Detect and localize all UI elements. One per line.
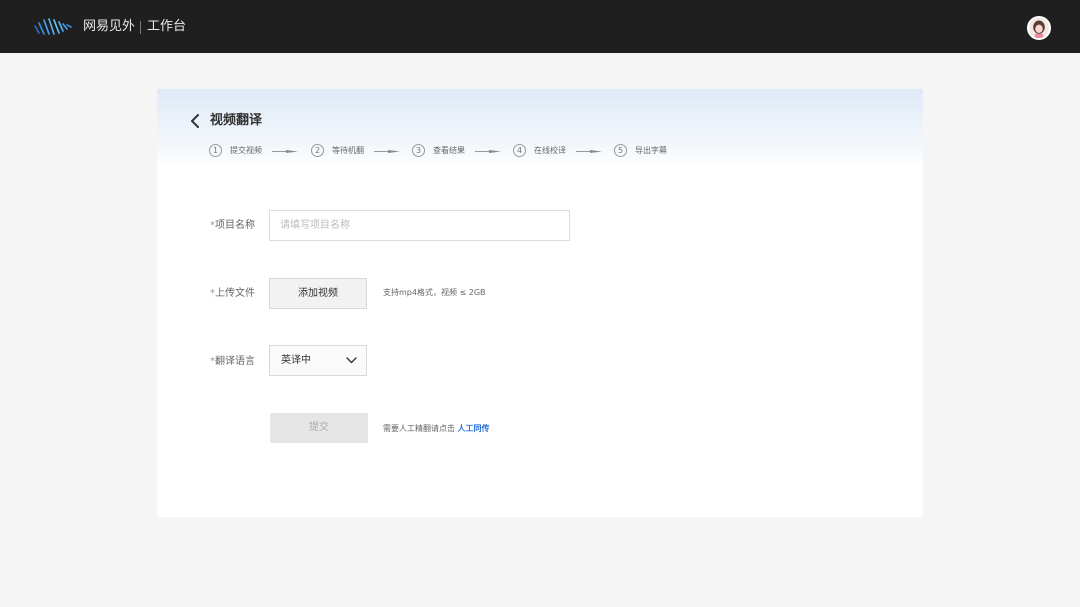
wave-logo-icon[interactable] bbox=[33, 16, 77, 38]
step-label: 在线校译 bbox=[534, 146, 566, 155]
manual-interpretation-link[interactable]: 人工同传 bbox=[458, 424, 490, 433]
manual-translation-hint: 需要人工精翻请点击 人工同传 bbox=[383, 423, 490, 435]
arrow-right-icon bbox=[576, 150, 602, 153]
manual-hint-text: 需要人工精翻请点击 bbox=[383, 424, 455, 433]
add-video-button[interactable]: 添加视频 bbox=[269, 278, 367, 309]
step-number: 5 bbox=[614, 144, 627, 157]
user-avatar-icon[interactable] bbox=[1027, 16, 1051, 40]
arrow-right-icon bbox=[272, 150, 298, 153]
upload-hint: 支持mp4格式，视频 ≤ 2GB bbox=[383, 288, 486, 297]
arrow-right-icon bbox=[374, 150, 400, 153]
project-name-input[interactable] bbox=[269, 210, 570, 241]
upload-file-label: *上传文件 bbox=[210, 287, 255, 301]
step-label: 查看结果 bbox=[433, 146, 465, 155]
submit-button[interactable]: 提交 bbox=[270, 413, 368, 443]
step-label: 导出字幕 bbox=[635, 146, 667, 155]
language-label-text: 翻译语言 bbox=[215, 356, 255, 367]
step-label: 等待机翻 bbox=[332, 146, 364, 155]
project-name-label-text: 项目名称 bbox=[215, 220, 255, 231]
language-select[interactable]: 英译中 bbox=[269, 345, 367, 376]
language-label: *翻译语言 bbox=[210, 355, 255, 369]
project-name-label: *项目名称 bbox=[210, 219, 255, 233]
step-number: 1 bbox=[209, 144, 222, 157]
page-title: 视频翻译 bbox=[210, 113, 263, 128]
brand-divider bbox=[140, 21, 141, 34]
step-number: 4 bbox=[513, 144, 526, 157]
chevron-left-icon[interactable] bbox=[188, 112, 202, 130]
top-nav-bar: 网易见外 工作台 bbox=[0, 0, 1080, 53]
card-header-banner bbox=[157, 89, 923, 169]
language-select-value: 英译中 bbox=[281, 355, 311, 366]
step-number: 2 bbox=[311, 144, 324, 157]
arrow-right-icon bbox=[475, 150, 501, 153]
step-label: 提交视频 bbox=[230, 146, 262, 155]
chevron-down-icon bbox=[346, 357, 357, 364]
upload-file-label-text: 上传文件 bbox=[215, 288, 255, 299]
brand-name: 网易见外 bbox=[83, 19, 136, 34]
workspace-title[interactable]: 工作台 bbox=[147, 17, 186, 37]
step-number: 3 bbox=[412, 144, 425, 157]
